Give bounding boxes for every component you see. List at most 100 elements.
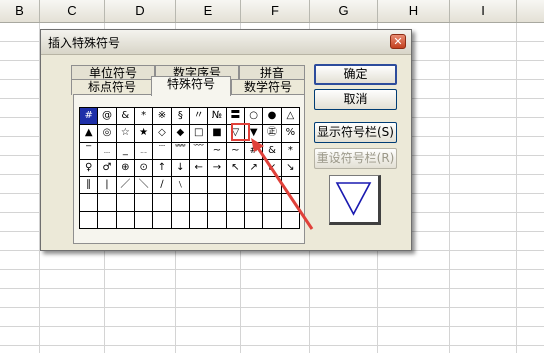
symbol-cell[interactable] xyxy=(135,211,154,229)
close-icon[interactable]: ✕ xyxy=(390,34,406,49)
symbol-cell[interactable] xyxy=(245,194,264,212)
show-symbol-toolbar-button[interactable]: 显示符号栏(S) xyxy=(314,122,397,143)
symbol-cell[interactable]: □ xyxy=(190,125,209,143)
symbol-cell[interactable] xyxy=(171,211,190,229)
symbol-cell[interactable]: ← xyxy=(190,159,209,178)
symbol-cell[interactable]: _ xyxy=(116,142,135,160)
symbol-cell[interactable] xyxy=(208,194,227,212)
symbol-cell[interactable]: ▲ xyxy=(80,125,99,143)
symbol-cell[interactable] xyxy=(171,194,190,212)
symbol-cell[interactable]: ○ xyxy=(245,108,264,126)
symbol-cell[interactable]: → xyxy=(208,159,227,178)
symbol-cell[interactable] xyxy=(135,194,154,212)
symbol-cell[interactable]: ﹉ xyxy=(153,142,172,160)
ok-button[interactable]: 确定 xyxy=(314,64,397,85)
symbol-cell[interactable] xyxy=(98,211,117,229)
symbol-cell[interactable]: ↗ xyxy=(245,159,264,178)
symbol-cell[interactable]: ／ xyxy=(116,177,135,195)
symbol-cell[interactable] xyxy=(190,177,209,195)
symbol-cell[interactable]: ↘ xyxy=(281,159,300,178)
symbol-cell[interactable]: # xyxy=(245,142,264,160)
tab-pinyin[interactable]: 拼音 xyxy=(239,65,305,80)
column-header-g[interactable]: G xyxy=(310,0,378,22)
symbol-cell[interactable]: ● xyxy=(263,108,282,126)
symbol-cell[interactable]: | xyxy=(98,177,117,195)
symbol-cell-selected[interactable]: # xyxy=(80,108,99,126)
symbol-cell[interactable]: ﹨ xyxy=(171,177,190,195)
symbol-cell[interactable]: ■ xyxy=(208,125,227,143)
symbol-cell[interactable]: ↑ xyxy=(153,159,172,178)
symbol-cell[interactable] xyxy=(190,211,209,229)
symbol-cell[interactable]: ~ xyxy=(226,142,245,160)
symbol-cell[interactable]: ‾ xyxy=(80,142,99,160)
symbol-cell[interactable] xyxy=(245,177,264,195)
symbol-cell[interactable]: ▼ xyxy=(245,125,264,143)
symbol-cell[interactable] xyxy=(80,194,99,212)
symbol-cell[interactable] xyxy=(281,177,300,195)
symbol-cell[interactable] xyxy=(226,177,245,195)
symbol-cell[interactable] xyxy=(226,194,245,212)
column-header-i[interactable]: I xyxy=(450,0,517,22)
symbol-cell[interactable]: 〓 xyxy=(226,108,245,126)
dialog-titlebar[interactable]: 插入特殊符号 ✕ xyxy=(41,30,411,55)
symbol-cell[interactable]: △ xyxy=(281,108,300,126)
symbol-cell[interactable] xyxy=(208,211,227,229)
symbol-cell[interactable] xyxy=(281,211,300,229)
symbol-cell[interactable]: ◆ xyxy=(171,125,190,143)
symbol-cell[interactable]: ♂ xyxy=(98,159,117,178)
symbol-cell[interactable]: ﹋ xyxy=(190,142,209,160)
symbol-cell[interactable]: @ xyxy=(98,108,117,126)
symbol-cell[interactable]: ~ xyxy=(208,142,227,160)
symbol-cell[interactable]: * xyxy=(135,108,154,126)
symbol-cell[interactable] xyxy=(98,194,117,212)
symbol-cell[interactable] xyxy=(263,194,282,212)
symbol-cell[interactable]: & xyxy=(116,108,135,126)
symbol-cell[interactable]: ↓ xyxy=(171,159,190,178)
symbol-cell[interactable]: ＼ xyxy=(135,177,154,195)
column-header-c[interactable]: C xyxy=(40,0,105,22)
symbol-cell[interactable]: & xyxy=(263,142,282,160)
symbol-cell[interactable]: ﹎ xyxy=(135,142,154,160)
symbol-cell[interactable]: № xyxy=(208,108,227,126)
symbol-cell[interactable]: ↖ xyxy=(226,159,245,178)
symbol-cell[interactable]: ▽ xyxy=(226,125,245,143)
symbol-cell[interactable]: ㊣ xyxy=(263,125,282,143)
symbol-cell[interactable] xyxy=(263,211,282,229)
symbol-cell[interactable]: ∥ xyxy=(80,177,99,195)
tab-unit-symbols[interactable]: 单位符号 xyxy=(71,65,155,80)
symbol-cell[interactable]: ⊙ xyxy=(135,159,154,178)
symbol-cell[interactable]: ♀ xyxy=(80,159,99,178)
symbol-cell[interactable]: § xyxy=(171,108,190,126)
symbol-cell[interactable]: ∕ xyxy=(153,177,172,195)
tab-punctuation[interactable]: 标点符号 xyxy=(71,79,153,95)
symbol-cell[interactable]: * xyxy=(281,142,300,160)
symbol-cell[interactable]: ◎ xyxy=(98,125,117,143)
symbol-cell[interactable] xyxy=(281,194,300,212)
column-header-f[interactable]: F xyxy=(241,0,310,22)
symbol-cell[interactable] xyxy=(116,194,135,212)
column-header-e[interactable]: E xyxy=(176,0,241,22)
symbol-cell[interactable] xyxy=(153,194,172,212)
symbol-cell[interactable]: ↙ xyxy=(263,159,282,178)
tab-math-symbols[interactable]: 数学符号 xyxy=(231,79,305,95)
symbol-cell[interactable]: ★ xyxy=(135,125,154,143)
symbol-cell[interactable] xyxy=(263,177,282,195)
column-header-b[interactable]: B xyxy=(0,0,40,22)
tab-special-symbols[interactable]: 特殊符号 xyxy=(151,76,231,96)
symbol-cell[interactable] xyxy=(226,211,245,229)
symbol-cell[interactable]: ⊕ xyxy=(116,159,135,178)
symbol-cell[interactable]: % xyxy=(281,125,300,143)
symbol-cell[interactable]: ﹍ xyxy=(98,142,117,160)
symbol-cell[interactable] xyxy=(153,211,172,229)
symbol-cell[interactable] xyxy=(80,211,99,229)
symbol-cell[interactable]: ☆ xyxy=(116,125,135,143)
symbol-cell[interactable]: ※ xyxy=(153,108,172,126)
symbol-cell[interactable]: ﹌ xyxy=(171,142,190,160)
symbol-cell[interactable] xyxy=(245,211,264,229)
column-header-h[interactable]: H xyxy=(378,0,450,22)
symbol-cell[interactable] xyxy=(208,177,227,195)
symbol-cell[interactable] xyxy=(190,194,209,212)
symbol-cell[interactable]: ◇ xyxy=(153,125,172,143)
symbol-cell[interactable] xyxy=(116,211,135,229)
cancel-button[interactable]: 取消 xyxy=(314,89,397,110)
